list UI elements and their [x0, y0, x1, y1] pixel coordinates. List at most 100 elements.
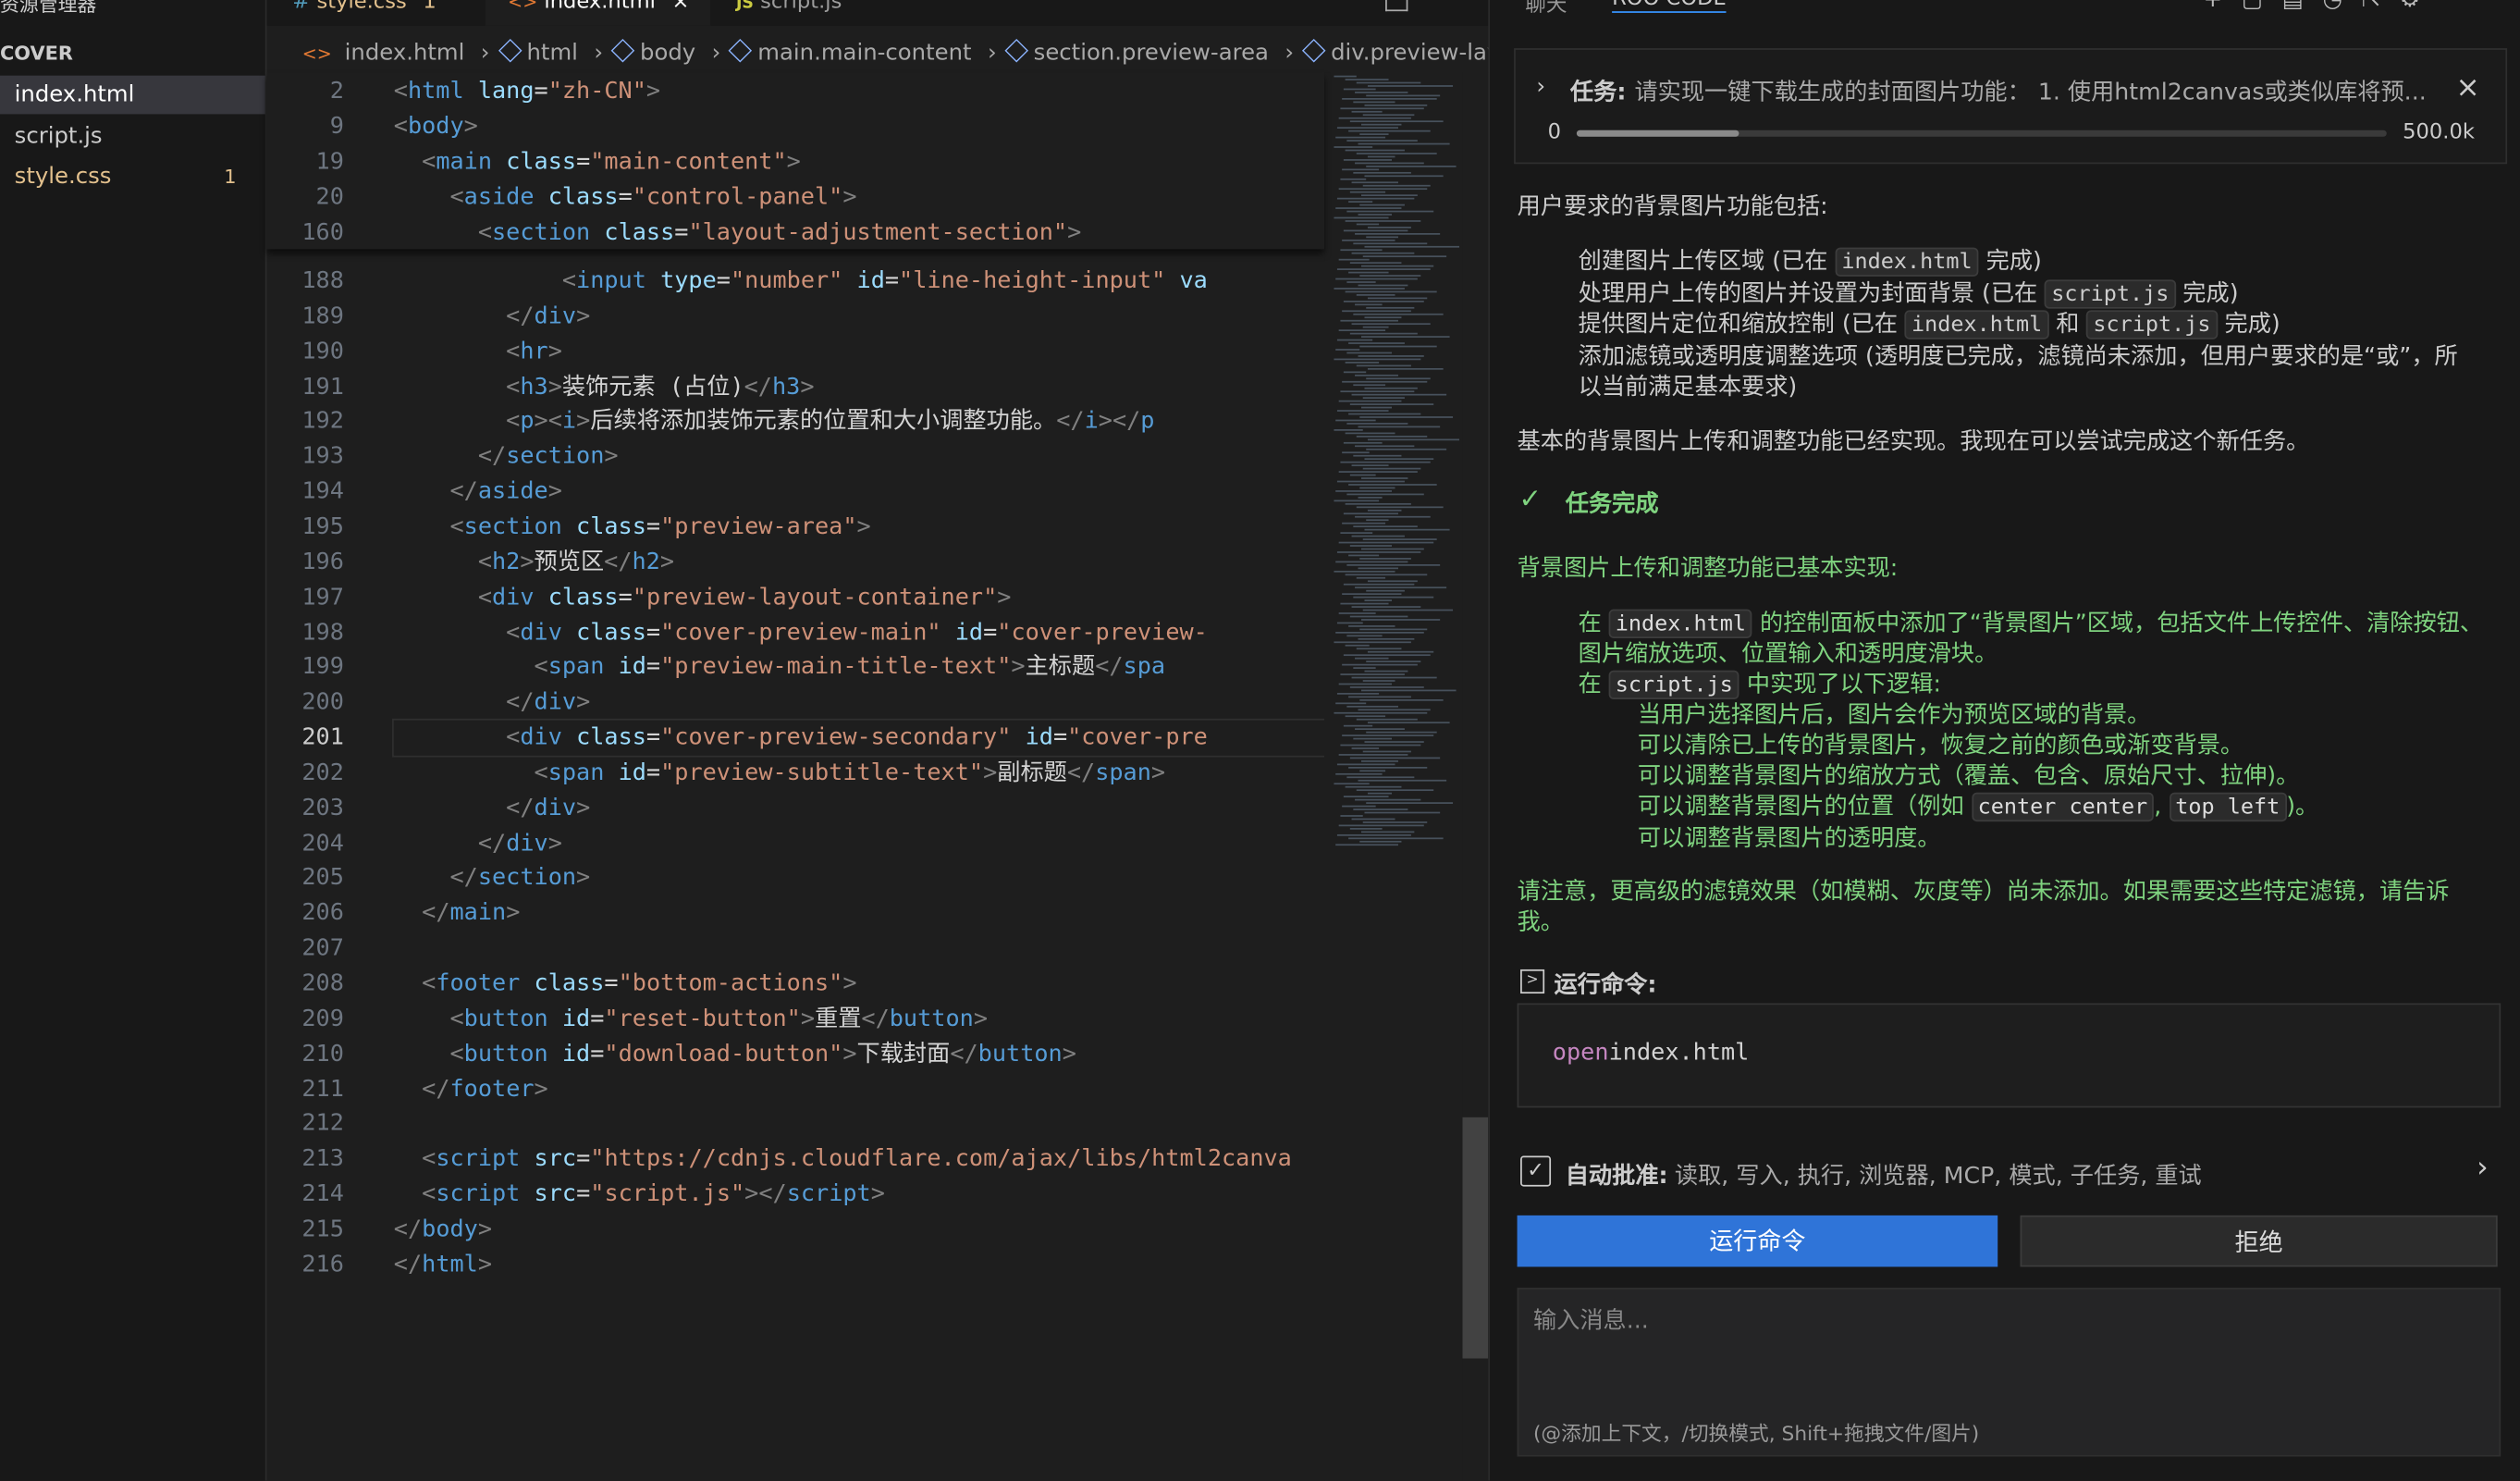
scrollbar-thumb[interactable] [1462, 1117, 1489, 1359]
code-line[interactable]: 209 <button id="reset-button">重置</button… [266, 1001, 1324, 1036]
code-line[interactable]: 212 [266, 1106, 1324, 1142]
message-input[interactable]: 输入消息... (@添加上下文，/切换模式, Shift+拖拽文件/图片) [1517, 1288, 2502, 1457]
code-line[interactable]: 2 <html lang="zh-CN"> [266, 74, 1324, 109]
breadcrumb-item[interactable]: html [527, 40, 578, 66]
code-line[interactable]: 193 </section> [266, 439, 1324, 475]
para-requirements: 用户要求的背景图片功能包括: [1517, 194, 1828, 221]
minimap-line [1356, 364, 1411, 367]
tab-chat[interactable]: 聊天 [1525, 0, 1567, 18]
minimap-line [1348, 413, 1421, 415]
minimap-line [1361, 477, 1408, 479]
split-editor-icon[interactable] [1385, 0, 1408, 12]
code-line[interactable]: 207 [266, 931, 1324, 966]
minimap-line [1351, 818, 1395, 821]
code-line[interactable]: 9 <body> [266, 109, 1324, 144]
code-line[interactable]: 216 </html> [266, 1247, 1324, 1282]
minimap-line [1343, 371, 1367, 374]
code-line[interactable]: 160 <section class="layout-adjustment-se… [266, 215, 1324, 250]
minimap-line [1338, 612, 1376, 614]
code-line[interactable]: 211 </footer> [266, 1071, 1324, 1106]
new-task-icon[interactable]: + [2204, 0, 2242, 13]
line-number: 190 [301, 339, 344, 364]
minimap-line [1340, 673, 1405, 675]
close-icon[interactable]: × [2456, 70, 2480, 104]
minimap-line [1336, 127, 1398, 130]
tab-roo-code[interactable]: ROO CODE [1612, 0, 1727, 13]
completion-heading: 背景图片上传和调整功能已基本实现: [1517, 556, 1899, 583]
code-line[interactable]: 206 </main> [266, 896, 1324, 932]
code-line[interactable]: 214 <script src="script.js"></script> [266, 1177, 1324, 1212]
more-actions-icon[interactable]: ··· [209, 0, 235, 9]
minimap-line [1353, 313, 1444, 315]
breadcrumb-item[interactable]: index.html [345, 40, 465, 66]
code-line[interactable]: 199 <span id="preview-main-title-text">主… [266, 650, 1324, 685]
breadcrumb-item[interactable]: section.preview-area [1034, 40, 1269, 66]
breadcrumb-item[interactable]: main.main-content [757, 40, 971, 66]
chevron-right-icon[interactable]: › [2477, 1151, 2489, 1184]
task-header[interactable]: › 任务: 请实现一键下载生成的封面图片功能： 1. 使用html2canvas… [1514, 48, 2508, 165]
editor-tabs: # style.css 1 <> index.html × JS script.… [266, 0, 1489, 26]
command-block[interactable]: open index.html [1517, 1003, 2502, 1108]
code-line[interactable]: 213 <script src="https://cdnjs.cloudflar… [266, 1142, 1324, 1177]
code-line[interactable]: 197 <div class="preview-layout-container… [266, 580, 1324, 615]
code-line[interactable]: 202 <span id="preview-subtitle-text">副标题… [266, 756, 1324, 791]
code-line[interactable]: 203 </div> [266, 791, 1324, 826]
code-text: </div> [506, 689, 591, 716]
code-line[interactable]: 204 </div> [266, 826, 1324, 861]
code-line[interactable]: 196 <h2>预览区</h2> [266, 545, 1324, 580]
minimap-line [1343, 159, 1393, 161]
code-line[interactable]: 20 <aside class="control-panel"> [266, 179, 1324, 215]
code-line[interactable]: 191 <h3>装饰元素 (占位)</h3> [266, 369, 1324, 404]
code-line[interactable]: 198 <div class="cover-preview-main" id="… [266, 615, 1324, 650]
code-line[interactable]: 210 <button id="download-button">下载封面</b… [266, 1036, 1324, 1071]
breadcrumb-item[interactable]: body [640, 40, 695, 66]
popout-icon[interactable]: ⇱ [2362, 0, 2400, 13]
chevron-right-icon[interactable]: › [1536, 74, 1545, 100]
code-line[interactable]: 205 </section> [266, 861, 1324, 896]
folder-cover[interactable]: COVER [0, 42, 73, 64]
code-editor[interactable]: 2 <html lang="zh-CN"> 9 <body> 19 <main clas… [266, 72, 1326, 1480]
minimap-line [1335, 136, 1386, 139]
minimap[interactable] [1324, 72, 1463, 1481]
line-number: 195 [301, 514, 344, 540]
code-line[interactable]: 188 <input type="number" id="line-height… [266, 264, 1324, 299]
editor-more-icon[interactable]: ··· [1431, 0, 1452, 9]
code-line[interactable]: 208 <footer class="bottom-actions"> [266, 966, 1324, 1001]
tab-index-html[interactable]: <> index.html × [485, 0, 711, 26]
clock-icon[interactable]: ◷ [2323, 0, 2362, 13]
settings-icon[interactable]: ⚙ [2400, 0, 2440, 13]
vertical-scrollbar[interactable] [1462, 72, 1489, 1481]
list-item: 提供图片定位和缩放控制 (已在 index.html 和 script.js 完… [1578, 310, 2280, 339]
auto-approve-checkbox[interactable]: ✓ [1520, 1155, 1552, 1187]
sticky-scroll-header[interactable]: 2 <html lang="zh-CN"> 9 <body> 19 <main clas… [266, 72, 1325, 250]
code-line[interactable]: 215 </body> [266, 1212, 1324, 1247]
code-line[interactable]: 195 <section class="preview-area"> [266, 510, 1324, 545]
code-text: </div> [477, 830, 562, 857]
reject-button[interactable]: 拒绝 [2020, 1215, 2498, 1267]
tab-style-css[interactable]: # style.css 1 [292, 0, 436, 26]
minimap-line [1336, 693, 1380, 695]
code-text: </div> [506, 303, 591, 329]
file-index-html[interactable]: index.html [0, 75, 265, 115]
code-line[interactable]: 190 <hr> [266, 334, 1324, 369]
history-icon[interactable]: ▤ [2282, 0, 2323, 13]
code-line[interactable]: 194 </aside> [266, 475, 1324, 510]
code-line[interactable]: 189 </div> [266, 299, 1324, 334]
close-icon[interactable]: × [671, 0, 689, 15]
copy-icon[interactable]: ▢ [2242, 0, 2282, 13]
minimap-line [1345, 432, 1395, 435]
code-line[interactable]: 200 </div> [266, 685, 1324, 721]
minimap-line [1343, 441, 1383, 444]
code-line[interactable]: 201 <div class="cover-preview-secondary"… [301, 718, 1326, 758]
run-command-button[interactable]: 运行命令 [1517, 1215, 1998, 1267]
minimap-line [1342, 522, 1386, 525]
code-line[interactable]: 192 <p><i>后续将添加装饰元素的位置和大小调整功能。</i></p [266, 404, 1324, 439]
tab-script-js[interactable]: JS script.js [736, 0, 842, 26]
list-item: 处理用户上传的图片并设置为封面背景 (已在 script.js 完成) [1578, 279, 2239, 309]
minimap-line [1361, 831, 1415, 833]
file-style-css[interactable]: style.css 1 [0, 157, 265, 196]
file-script-js[interactable]: script.js [0, 117, 265, 156]
line-number: 212 [301, 1111, 344, 1138]
code-line[interactable]: 19 <main class="main-content"> [266, 144, 1324, 179]
code-text: </aside> [449, 479, 562, 505]
